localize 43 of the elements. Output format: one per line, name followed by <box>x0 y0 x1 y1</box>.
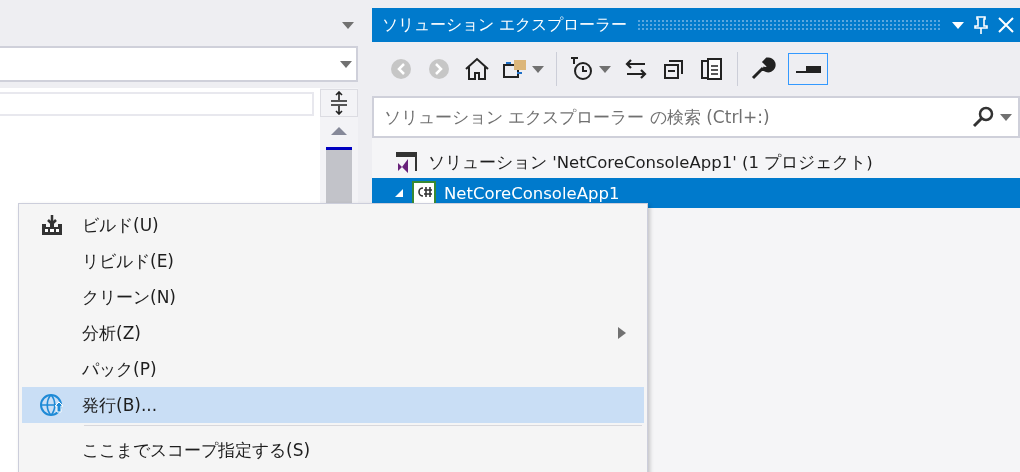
scroll-up-icon[interactable] <box>331 127 347 135</box>
tree-label: NetCoreConsoleApp1 <box>444 183 620 203</box>
panel-title: ソリューション エクスプローラー <box>382 14 628 36</box>
menu-item[interactable]: リビルド(E) <box>22 243 644 279</box>
menu-item[interactable]: パック(P) <box>22 351 644 387</box>
splitter-button[interactable] <box>320 89 358 117</box>
dropdown-icon <box>340 60 352 68</box>
menu-label: 発行(B)... <box>82 393 159 417</box>
menu-item[interactable]: 発行(B)... <box>22 387 644 423</box>
home-icon[interactable] <box>464 56 490 82</box>
dropdown-icon <box>952 21 964 29</box>
copy-icon[interactable] <box>699 56 725 82</box>
pin-icon[interactable] <box>974 16 988 34</box>
menu-label: ここまでスコープ指定する(S) <box>82 438 312 462</box>
build-icon <box>40 214 64 236</box>
split-icon <box>329 91 349 115</box>
caret-icon <box>599 65 611 73</box>
menu-label: クリーン(N) <box>82 285 177 309</box>
search-icon[interactable] <box>972 106 994 128</box>
dropdown-icon <box>342 21 354 29</box>
solution-icon <box>394 151 420 175</box>
tree-item[interactable]: ソリューション 'NetCoreConsoleApp1' (1 プロジェクト) <box>372 148 1020 178</box>
expand-icon[interactable] <box>394 188 404 198</box>
menu-item[interactable]: クリーン(N) <box>22 279 644 315</box>
dropdown-field[interactable] <box>0 46 358 82</box>
submenu-arrow-icon <box>618 327 626 339</box>
search-field[interactable]: ソリューション エクスプローラー の検索 (Ctrl+:) <box>372 96 1020 138</box>
globe-icon <box>39 392 65 418</box>
tree-item[interactable]: NetCoreConsoleApp1 <box>372 178 1020 208</box>
menu-label: パック(P) <box>82 357 158 381</box>
wrench-icon[interactable] <box>750 56 776 82</box>
caret-icon <box>532 65 544 73</box>
tree-label: ソリューション 'NetCoreConsoleApp1' (1 プロジェクト) <box>428 152 873 174</box>
menu-item[interactable]: 分析(Z) <box>22 315 644 351</box>
close-icon[interactable] <box>998 17 1014 33</box>
caret-icon <box>1000 113 1012 121</box>
menu-label: リビルド(E) <box>82 249 175 273</box>
menu-label: 分析(Z) <box>82 321 142 345</box>
menu-item[interactable]: ビルド(U) <box>22 207 644 243</box>
menu-label: ビルド(U) <box>82 213 160 237</box>
menu-item[interactable]: ここまでスコープ指定する(S) <box>22 432 644 468</box>
preview-toggle-button[interactable] <box>788 53 828 85</box>
clock-icon[interactable] <box>569 56 595 82</box>
